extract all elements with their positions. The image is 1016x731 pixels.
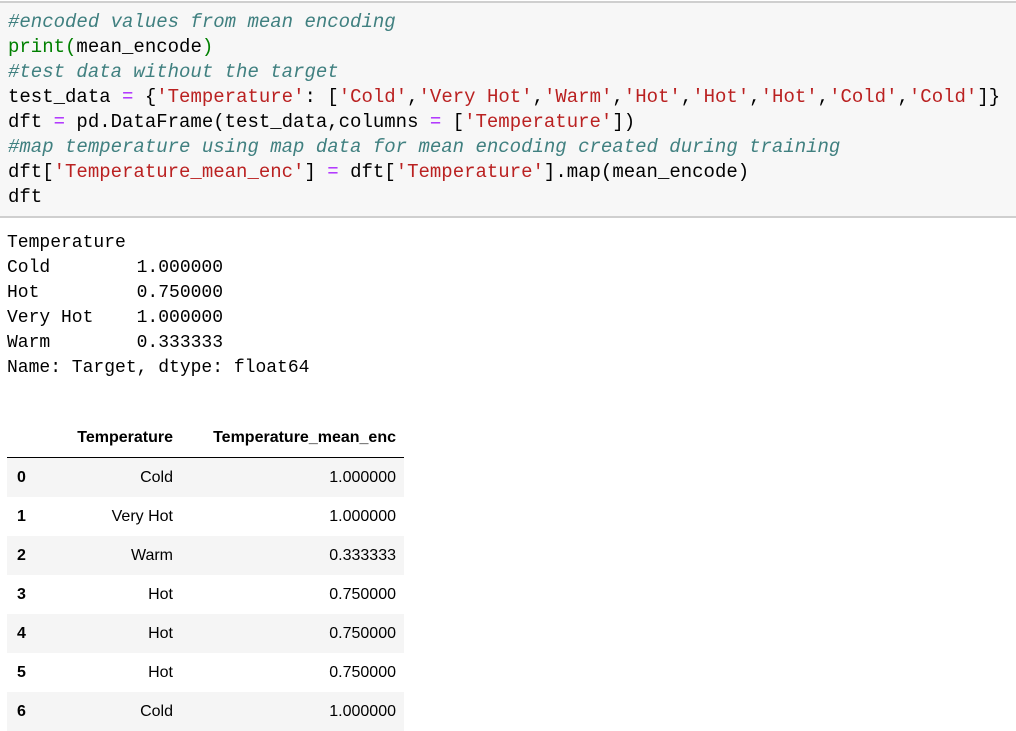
output-line: Cold 1.000000: [7, 258, 224, 278]
code-token: #test data without the target: [8, 61, 339, 83]
cell-temperature: Hot: [148, 585, 173, 603]
code-token: 'Warm': [543, 86, 613, 108]
code-token: ,: [407, 86, 419, 108]
cell-temperature-mean-enc: 0.333333: [181, 536, 404, 575]
output-line: Temperature: [7, 233, 126, 253]
output-line: Hot 0.750000: [7, 283, 224, 303]
code-token: =: [53, 111, 66, 133]
code-token: 'Hot': [692, 86, 750, 108]
code-token: #map temperature using map data for mean…: [8, 136, 841, 158]
code-token: dft[: [8, 161, 54, 183]
table-row: 3 Hot 0.750000: [7, 575, 404, 614]
code-token: test_data: [8, 86, 123, 108]
cell-temperature-mean-enc: 1.000000: [181, 457, 404, 497]
code-token: #encoded values from mean encoding: [8, 11, 396, 33]
code-token: 'Temperature': [395, 161, 544, 183]
code-token: 'Cold': [829, 86, 898, 108]
code-line: #test data without the target: [8, 60, 1000, 85]
table-header-row: Temperature Temperature_mean_enc: [7, 419, 404, 458]
code-token: ,: [612, 86, 624, 108]
code-token: ]}: [977, 86, 1001, 108]
row-index: 3: [17, 585, 26, 603]
table-row: 1 Very Hot 1.000000: [7, 497, 404, 536]
code-token: dft: [8, 111, 54, 133]
code-token: (: [65, 36, 77, 58]
code-token: dft[: [338, 161, 396, 183]
code-token: ,: [897, 86, 909, 108]
code-token: ].map(mean_encode): [543, 161, 750, 183]
code-editor[interactable]: #encoded values from mean encoding print(…: [8, 10, 1000, 210]
row-index: 2: [7, 536, 45, 575]
index-header: [7, 419, 45, 458]
code-token: ,: [532, 86, 544, 108]
code-token: 'Very Hot': [418, 86, 533, 108]
cell-temperature-mean-enc: 0.750000: [329, 663, 396, 681]
code-token: ): [201, 36, 214, 58]
code-token: 'Hot': [623, 86, 681, 108]
code-line: print(mean_encode): [8, 35, 1000, 60]
code-token: pd.DataFrame(test_data,columns: [65, 111, 430, 133]
code-line: dft = pd.DataFrame(test_data,columns = […: [8, 110, 1000, 135]
cell-output-stdout: Temperature Cold 1.000000 Hot 0.750000 Very…: [7, 231, 309, 381]
table-row: 2 Warm 0.333333: [7, 536, 404, 575]
code-line: test_data = {'Temperature': ['Cold','Ver…: [8, 85, 1000, 110]
code-token: =: [327, 161, 339, 183]
code-token: dft: [8, 186, 43, 208]
table-row: 4 Hot 0.750000: [7, 614, 404, 653]
code-token: ,: [680, 86, 693, 108]
table-row: 6 Cold 1.000000: [7, 692, 404, 731]
row-index: 1: [17, 507, 26, 525]
table-row: 5 Hot 0.750000: [7, 653, 404, 692]
code-token: ,: [749, 86, 761, 108]
row-index: 5: [17, 663, 26, 681]
code-line: dft['Temperature_mean_enc'] = dft['Tempe…: [8, 160, 1000, 185]
dataframe-table: Temperature Temperature_mean_enc 0 Cold 1.…: [7, 419, 404, 731]
code-token: mean_encode: [76, 36, 202, 58]
table-row: 0 Cold 1.000000: [7, 457, 404, 497]
column-header-temperature: Temperature: [45, 419, 181, 458]
code-token: 'Cold': [908, 86, 978, 108]
cell-temperature-mean-enc: 1.000000: [181, 692, 404, 731]
cell-temperature: Very Hot: [111, 507, 173, 525]
output-line: Very Hot 1.000000: [7, 308, 224, 328]
row-index: 0: [7, 457, 45, 497]
output-line: Warm 0.333333: [7, 333, 224, 353]
cell-temperature-mean-enc: 0.750000: [181, 614, 404, 653]
code-token: =: [429, 111, 442, 133]
cell-temperature: Hot: [148, 663, 173, 681]
code-token: [: [441, 111, 465, 133]
cell-temperature: Warm: [45, 536, 181, 575]
output-line: Name: Target, dtype: float64: [7, 358, 310, 378]
code-token: 'Hot': [760, 86, 818, 108]
cell-temperature: Cold: [45, 457, 181, 497]
code-line: #encoded values from mean encoding: [8, 10, 1000, 35]
code-token: print: [8, 36, 66, 58]
code-token: ,: [817, 86, 830, 108]
cell-temperature-mean-enc: 0.750000: [329, 585, 396, 603]
code-token: : [: [304, 86, 339, 108]
column-header-temperature-mean-enc: Temperature_mean_enc: [181, 419, 404, 458]
code-token: ]: [304, 161, 328, 183]
cell-temperature-mean-enc: 1.000000: [329, 507, 396, 525]
code-line: dft: [8, 185, 1000, 210]
cell-temperature: Cold: [45, 692, 181, 731]
code-cell[interactable]: #encoded values from mean encoding print(…: [0, 1, 1016, 218]
code-token: =: [122, 86, 134, 108]
code-token: 'Temperature': [156, 86, 305, 108]
code-token: ]): [612, 111, 636, 133]
code-token: 'Temperature': [464, 111, 613, 133]
code-token: 'Temperature_mean_enc': [53, 161, 305, 183]
row-index: 6: [7, 692, 45, 731]
cell-temperature: Hot: [45, 614, 181, 653]
row-index: 4: [7, 614, 45, 653]
code-token: 'Cold': [338, 86, 408, 108]
code-token: {: [133, 86, 157, 108]
code-line: #map temperature using map data for mean…: [8, 135, 1000, 160]
